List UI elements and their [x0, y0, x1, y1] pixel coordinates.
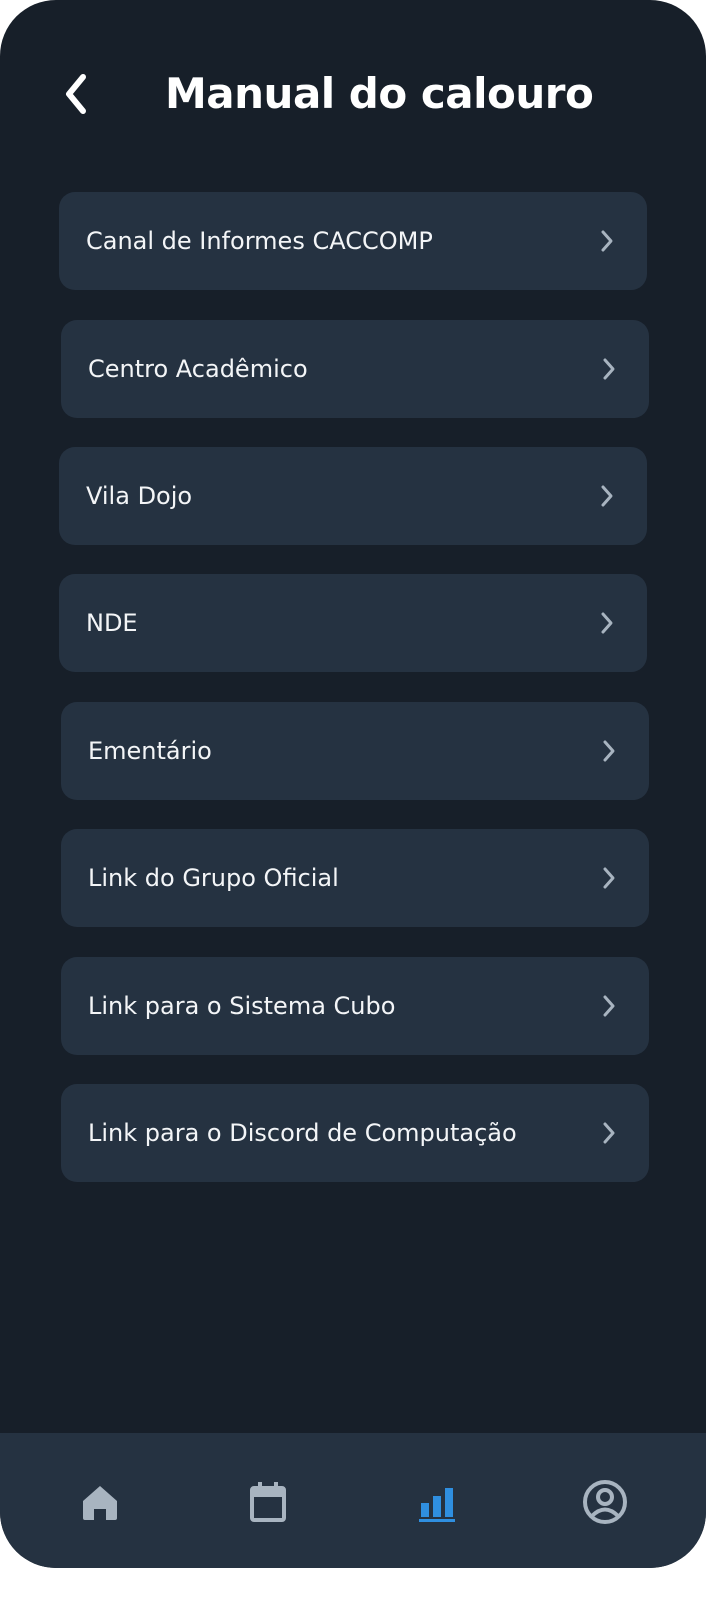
chevron-right-icon [603, 867, 615, 889]
menu-item-ementario[interactable]: Ementário [61, 702, 649, 800]
chevron-right-icon [601, 485, 613, 507]
header: Manual do calouro [0, 52, 706, 136]
page-title: Manual do calouro [165, 69, 594, 118]
nav-profile-button[interactable] [580, 1477, 630, 1527]
menu-item-label: Vila Dojo [86, 482, 193, 510]
back-button[interactable] [52, 68, 100, 120]
chevron-right-icon [601, 612, 613, 634]
chevron-right-icon [603, 358, 615, 380]
bar-chart-icon [419, 1488, 455, 1522]
menu-item-label: Canal de Informes CACCOMP [86, 227, 433, 255]
menu-item-label: NDE [86, 609, 138, 637]
menu-item-centro-academico[interactable]: Centro Acadêmico [61, 320, 649, 418]
chevron-right-icon [603, 1122, 615, 1144]
nav-stats-button[interactable] [412, 1477, 462, 1527]
bottom-navigation [0, 1433, 706, 1568]
home-icon [83, 1486, 117, 1520]
app-screen: Manual do calouro Canal de Informes CACC… [0, 0, 706, 1568]
menu-item-label: Link para o Sistema Cubo [88, 992, 396, 1020]
menu-item-nde[interactable]: NDE [59, 574, 647, 672]
chevron-left-icon [66, 74, 86, 114]
menu-item-label: Link do Grupo Oficial [88, 864, 339, 892]
calendar-icon [250, 1482, 286, 1522]
user-profile-icon [583, 1480, 627, 1524]
menu-item-label: Ementário [88, 737, 212, 765]
menu-item-canal-de-informes[interactable]: Canal de Informes CACCOMP [59, 192, 647, 290]
menu-item-label: Link para o Discord de Computação [88, 1119, 517, 1147]
menu-item-vila-dojo[interactable]: Vila Dojo [59, 447, 647, 545]
menu-item-grupo-oficial[interactable]: Link do Grupo Oficial [61, 829, 649, 927]
chevron-right-icon [603, 995, 615, 1017]
chevron-right-icon [601, 230, 613, 252]
chevron-right-icon [603, 740, 615, 762]
menu-item-label: Centro Acadêmico [88, 355, 308, 383]
menu-item-discord[interactable]: Link para o Discord de Computação [61, 1084, 649, 1182]
nav-home-button[interactable] [75, 1477, 125, 1527]
nav-calendar-button[interactable] [243, 1477, 293, 1527]
menu-item-sistema-cubo[interactable]: Link para o Sistema Cubo [61, 957, 649, 1055]
